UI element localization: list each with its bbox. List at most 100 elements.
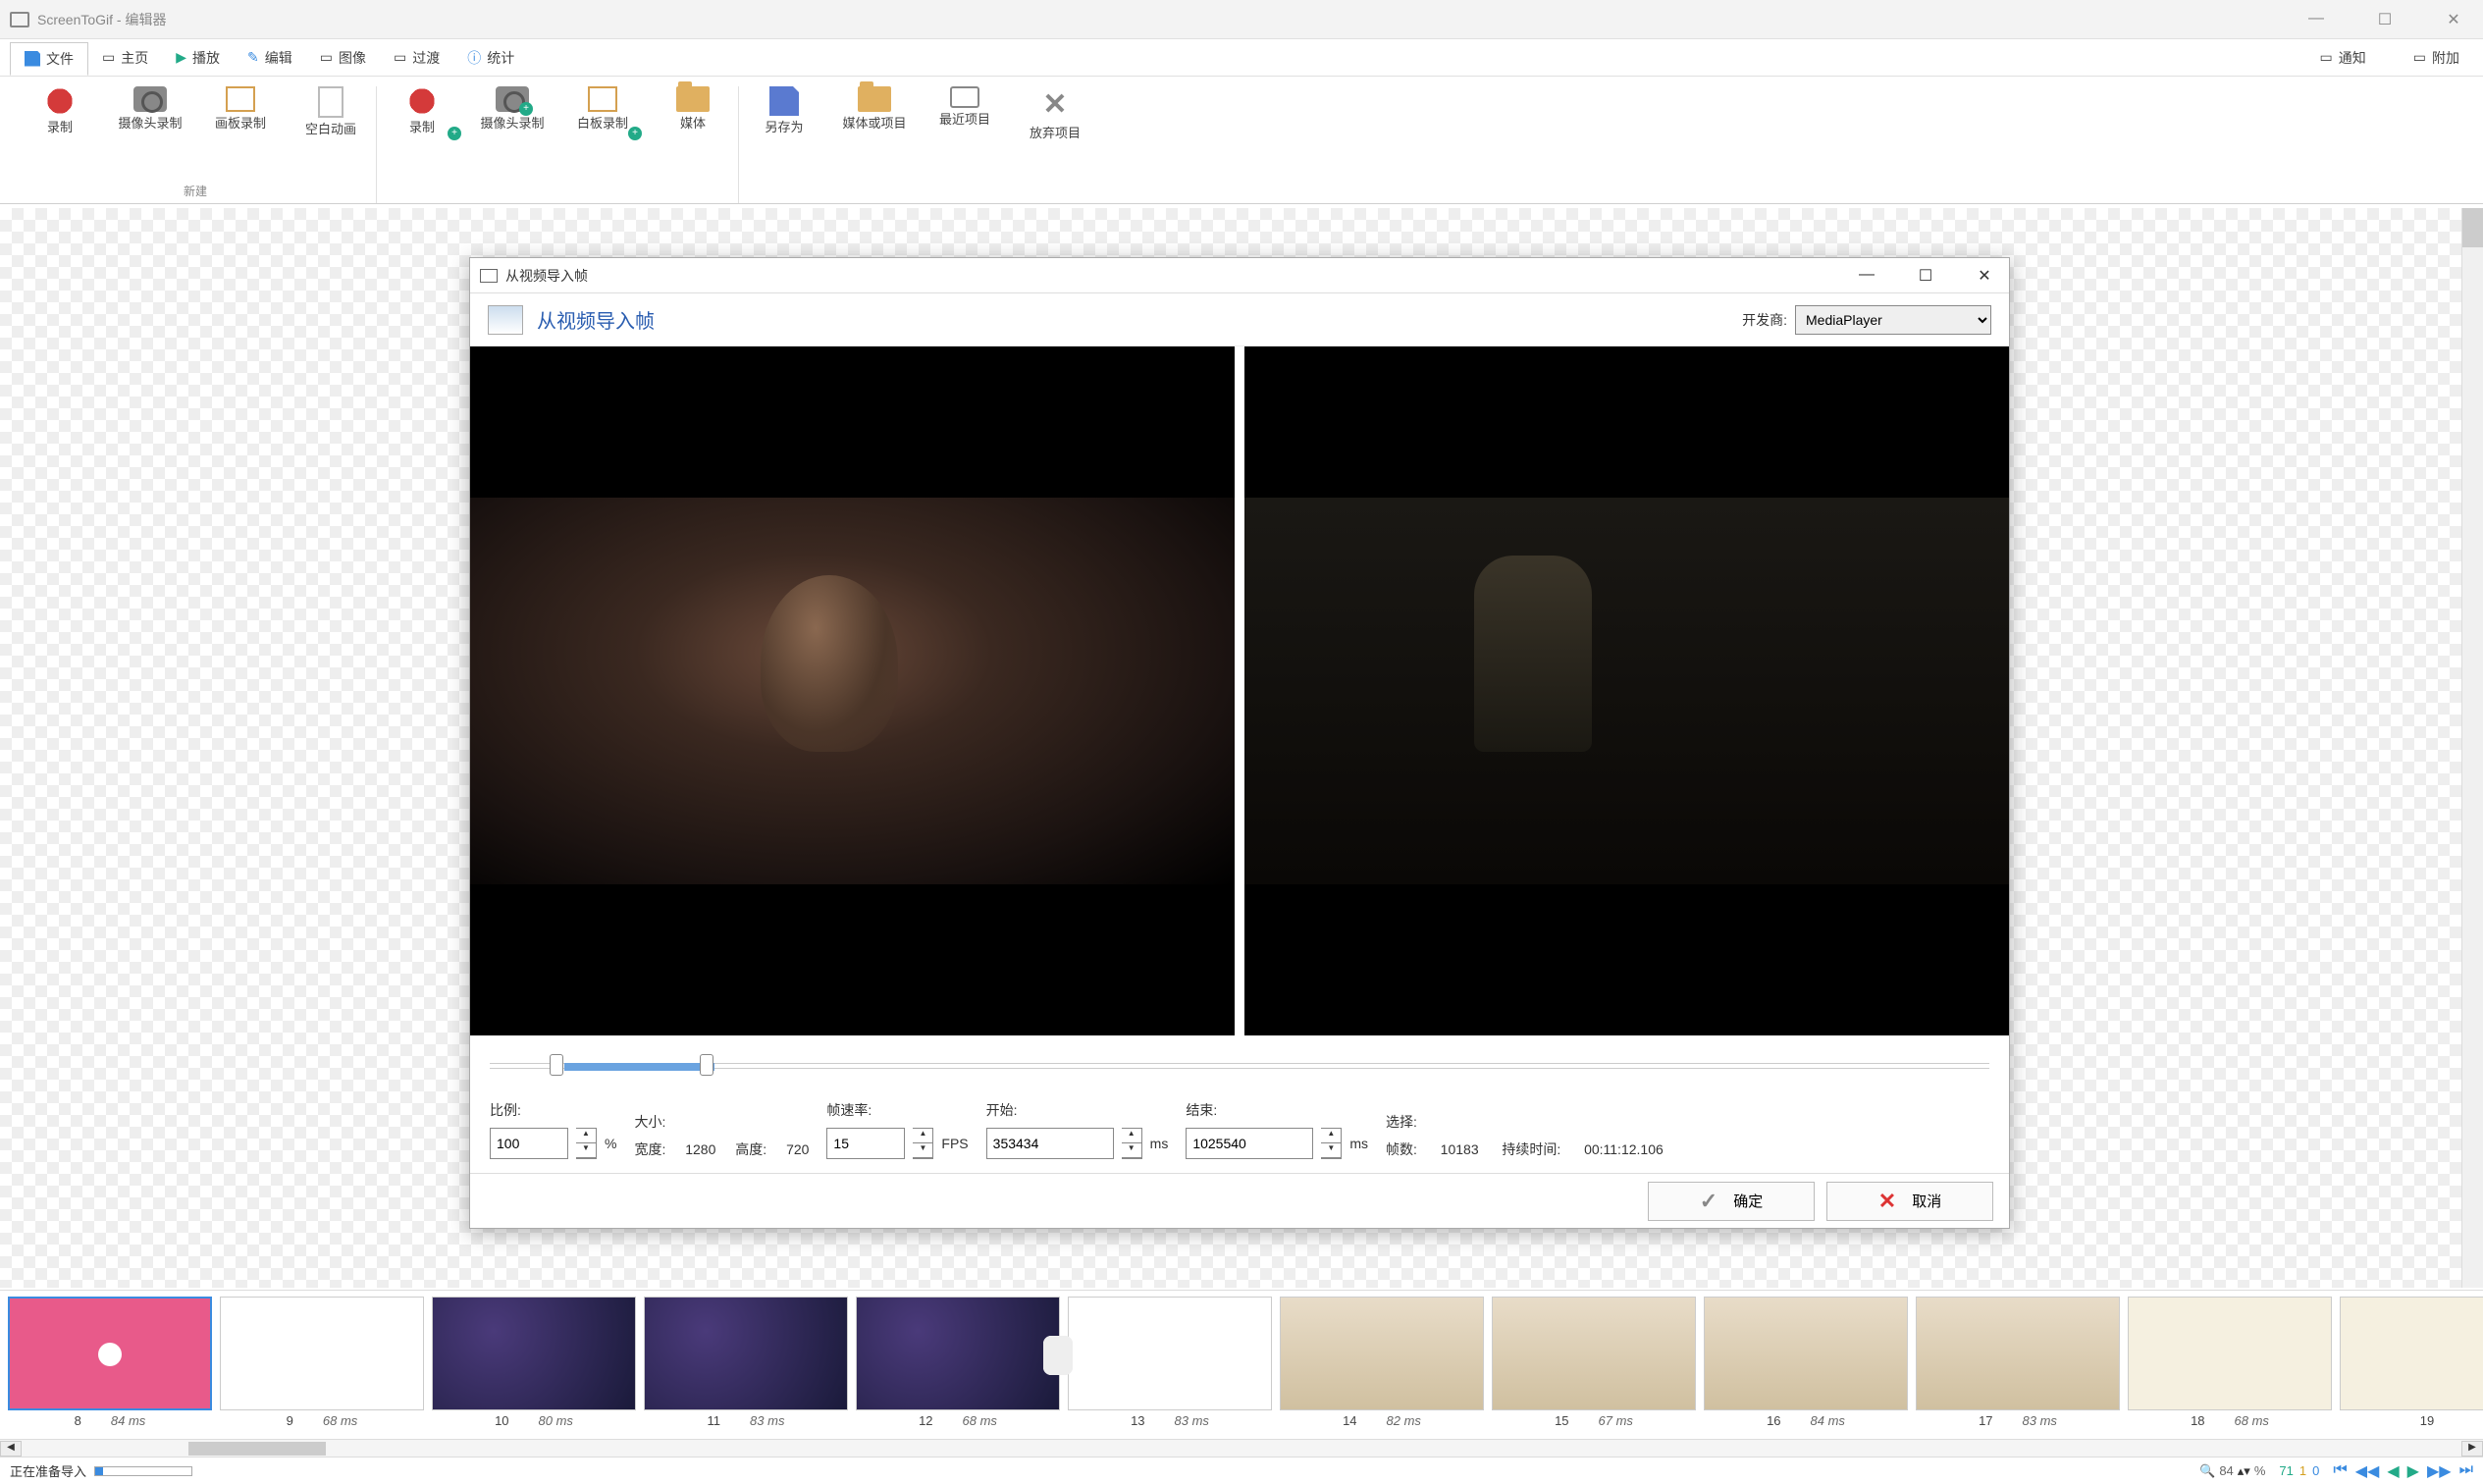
plus-badge-icon: + bbox=[519, 102, 533, 116]
preview-end[interactable] bbox=[1244, 346, 2009, 1035]
dialog-fields: 比例: ▲▼ % 大小: 宽度: 1280 高度: 720 帧速率: ▲▼ FP… bbox=[470, 1094, 2009, 1173]
ribbon-insert-record[interactable]: +录制 bbox=[387, 86, 457, 136]
tab-stats[interactable]: ⓘ统计 bbox=[453, 42, 528, 74]
tab-notify[interactable]: ▭通知 bbox=[2306, 42, 2380, 74]
start-input[interactable] bbox=[986, 1128, 1114, 1159]
frame-duration: 83 ms bbox=[750, 1413, 784, 1428]
tab-attach[interactable]: ▭附加 bbox=[2400, 42, 2473, 74]
ribbon-recent[interactable]: 最近项目 bbox=[929, 86, 1000, 142]
ribbon-camera-record[interactable]: 摄像头录制 bbox=[115, 86, 185, 138]
frame-thumb bbox=[1068, 1297, 1272, 1410]
folder-icon bbox=[858, 86, 891, 112]
ribbon-group-insert: +录制 +摄像头录制 +白板录制 媒体 bbox=[377, 86, 739, 203]
range-slider[interactable] bbox=[470, 1035, 2009, 1094]
frame-duration: 84 ms bbox=[1811, 1413, 1845, 1428]
frame-item[interactable]: 968 ms bbox=[220, 1297, 424, 1428]
scroll-left-button[interactable]: ◀ bbox=[0, 1441, 22, 1457]
last-frame-button[interactable]: ⏭ bbox=[2459, 1461, 2473, 1481]
tab-home[interactable]: ▭主页 bbox=[88, 42, 162, 74]
next-frame-button[interactable]: ▶▶ bbox=[2427, 1461, 2452, 1481]
close-button[interactable]: ✕ bbox=[2434, 10, 2473, 29]
import-video-dialog: 从视频导入帧 — ☐ ✕ 从视频导入帧 开发商: MediaPlayer 比例: bbox=[469, 257, 2010, 1229]
frame-number: 16 bbox=[1767, 1413, 1780, 1428]
ribbon-body: 录制 摄像头录制 画板录制 空白动画 新建 +录制 +摄像头录制 +白板录制 媒… bbox=[0, 77, 2483, 204]
frame-item[interactable]: 1383 ms bbox=[1068, 1297, 1272, 1428]
ribbon-discard[interactable]: ✕放弃项目 bbox=[1020, 86, 1090, 142]
cancel-button[interactable]: ✕取消 bbox=[1826, 1182, 1993, 1221]
ribbon-insert-whiteboard[interactable]: +白板录制 bbox=[567, 86, 638, 136]
ok-button[interactable]: ✓确定 bbox=[1648, 1182, 1815, 1221]
frame-thumb bbox=[1916, 1297, 2120, 1410]
tab-image[interactable]: ▭图像 bbox=[306, 42, 380, 74]
titlebar: ScreenToGif - 编辑器 — ☐ ✕ bbox=[0, 0, 2483, 39]
canvas-scrollbar[interactable] bbox=[2461, 208, 2483, 1288]
board-icon: + bbox=[588, 86, 617, 112]
frame-strip: 884 ms 968 ms 1080 ms 1183 ms 1268 ms 13… bbox=[0, 1290, 2483, 1441]
dialog-title: 从视频导入帧 bbox=[505, 266, 588, 286]
frame-duration: 82 ms bbox=[1387, 1413, 1421, 1428]
tab-edit[interactable]: ✎编辑 bbox=[234, 42, 306, 74]
playback-controls: ⏮ ◀◀ ◀ ▶ ▶▶ ⏭ bbox=[2333, 1461, 2473, 1481]
page-icon bbox=[318, 86, 343, 118]
frame-item[interactable]: 1783 ms bbox=[1916, 1297, 2120, 1428]
ribbon-save-as[interactable]: 另存为 bbox=[749, 86, 819, 142]
scale-label: 比例: bbox=[490, 1100, 616, 1120]
frame-item[interactable]: 884 ms bbox=[8, 1297, 212, 1428]
frame-item[interactable]: 1482 ms bbox=[1280, 1297, 1484, 1428]
play-button[interactable]: ▶ bbox=[2407, 1461, 2419, 1481]
ribbon-board-record[interactable]: 画板录制 bbox=[205, 86, 276, 138]
ribbon-record[interactable]: 录制 bbox=[25, 86, 95, 138]
frame-thumb bbox=[856, 1297, 1060, 1410]
scale-input[interactable] bbox=[490, 1128, 568, 1159]
start-spinner[interactable]: ▲▼ bbox=[1122, 1128, 1142, 1159]
prev-frame-button[interactable]: ◀◀ bbox=[2355, 1461, 2380, 1481]
scale-spinner[interactable]: ▲▼ bbox=[576, 1128, 597, 1159]
disk-icon bbox=[769, 86, 799, 116]
frame-item[interactable]: 1567 ms bbox=[1492, 1297, 1696, 1428]
video-preview bbox=[470, 346, 2009, 1035]
end-input[interactable] bbox=[1186, 1128, 1313, 1159]
frame-item[interactable]: 1080 ms bbox=[432, 1297, 636, 1428]
ribbon-insert-camera[interactable]: +摄像头录制 bbox=[477, 86, 548, 136]
preview-start[interactable] bbox=[470, 346, 1235, 1035]
frame-item[interactable]: 1183 ms bbox=[644, 1297, 848, 1428]
status-text: 正在准备导入 bbox=[10, 1461, 86, 1480]
ribbon-media-project[interactable]: 媒体或项目 bbox=[839, 86, 910, 142]
frame-number: 18 bbox=[2191, 1413, 2204, 1428]
app-icon bbox=[10, 12, 29, 27]
dialog-close-button[interactable]: ✕ bbox=[1970, 266, 1999, 286]
preview-divider[interactable] bbox=[1235, 346, 1244, 1035]
tab-play[interactable]: ▶播放 bbox=[162, 42, 234, 74]
tab-transition[interactable]: ▭过渡 bbox=[380, 42, 453, 74]
scroll-right-button[interactable]: ▶ bbox=[2461, 1441, 2483, 1457]
status-progressbar bbox=[94, 1466, 192, 1476]
frame-item[interactable]: 19 bbox=[2340, 1297, 2483, 1428]
duration-value: 00:11:12.106 bbox=[1584, 1141, 1664, 1157]
range-start-handle[interactable] bbox=[550, 1054, 563, 1076]
zoom-spinner-icon[interactable]: ▴▾ bbox=[2238, 1463, 2250, 1479]
ribbon-blank-anim[interactable]: 空白动画 bbox=[295, 86, 366, 138]
minimize-button[interactable]: — bbox=[2297, 10, 2336, 29]
maximize-button[interactable]: ☐ bbox=[2365, 10, 2404, 29]
fps-input[interactable] bbox=[826, 1128, 905, 1159]
play-back-button[interactable]: ◀ bbox=[2387, 1461, 2399, 1481]
frame-hscrollbar[interactable]: ◀ ▶ bbox=[0, 1439, 2483, 1457]
scroll-thumb[interactable] bbox=[188, 1442, 326, 1456]
frame-item[interactable]: 16 84 ms bbox=[1704, 1297, 1908, 1428]
ribbon-insert-media[interactable]: 媒体 bbox=[658, 86, 728, 136]
frame-number: 8 bbox=[75, 1413, 81, 1428]
frames-value: 10183 bbox=[1441, 1141, 1479, 1157]
fps-spinner[interactable]: ▲▼ bbox=[913, 1128, 933, 1159]
zoom-display[interactable]: 🔍 84 ▴▾ % bbox=[2199, 1463, 2265, 1479]
developer-select[interactable]: MediaPlayer bbox=[1795, 305, 1991, 335]
frame-item[interactable]: 1868 ms bbox=[2128, 1297, 2332, 1428]
end-spinner[interactable]: ▲▼ bbox=[1321, 1128, 1342, 1159]
folder-icon bbox=[676, 86, 710, 112]
range-end-handle[interactable] bbox=[700, 1054, 713, 1076]
tab-file[interactable]: 文件 bbox=[10, 42, 88, 76]
frame-number: 19 bbox=[2420, 1413, 2434, 1428]
first-frame-button[interactable]: ⏮ bbox=[2333, 1461, 2347, 1481]
dialog-minimize-button[interactable]: — bbox=[1852, 266, 1881, 286]
frame-item[interactable]: 1268 ms bbox=[856, 1297, 1060, 1428]
dialog-maximize-button[interactable]: ☐ bbox=[1911, 266, 1940, 286]
